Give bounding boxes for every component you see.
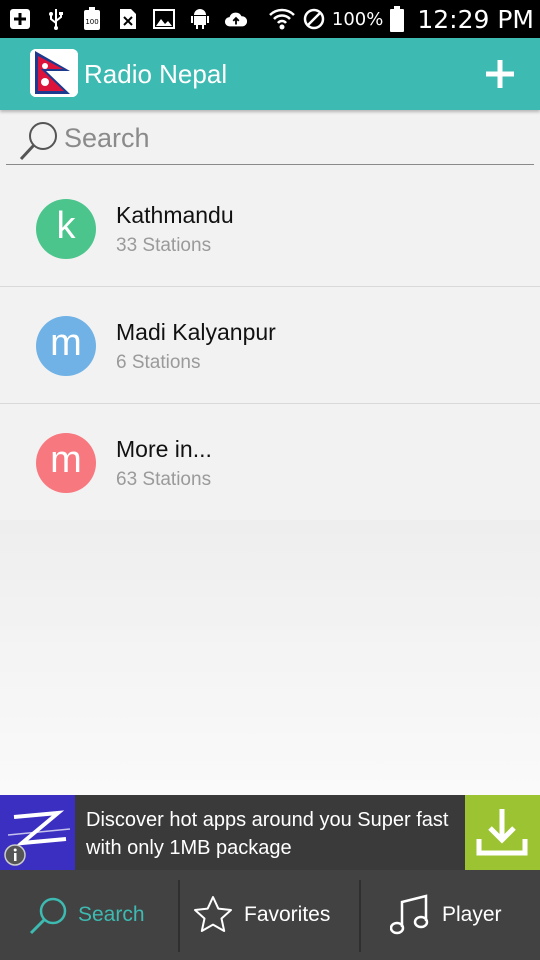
sim-icon: [116, 7, 140, 31]
system-status: 100% 12:29 PM: [268, 0, 534, 38]
divider: [178, 880, 180, 952]
search-input[interactable]: [64, 120, 514, 156]
nav-search[interactable]: Search: [26, 870, 145, 960]
add-button[interactable]: [482, 56, 518, 92]
nepal-flag-icon: [30, 49, 78, 97]
battery-icon: [390, 6, 405, 32]
image-icon: [152, 7, 176, 31]
search-icon: [19, 122, 57, 161]
music-note-icon: [390, 894, 429, 935]
list-item-subtitle: 6 Stations: [116, 352, 201, 373]
list-item-subtitle: 63 Stations: [116, 469, 212, 490]
battery-percent: 100%: [331, 8, 384, 30]
nav-search-label: Search: [78, 903, 145, 926]
wifi-icon: [269, 8, 295, 30]
app-title: Radio Nepal: [84, 59, 228, 89]
android-icon: [188, 7, 212, 31]
add-box-icon: [8, 7, 32, 31]
list-item-subtitle: 33 Stations: [116, 235, 212, 256]
svg-text:100: 100: [85, 18, 98, 26]
cloud-upload-icon: [224, 7, 248, 31]
avatar: m: [36, 316, 96, 376]
ad-text: Discover hot apps around you Super fast …: [86, 806, 456, 862]
avatar: m: [36, 433, 96, 493]
download-icon: [476, 809, 528, 856]
clock: 12:29 PM: [417, 4, 534, 34]
nav-player[interactable]: Player: [390, 870, 502, 960]
avatar: k: [36, 199, 96, 259]
region-list: k Kathmandu 33 Stations m Madi Kalyanpur…: [0, 170, 540, 521]
ad-line-1: Discover hot apps around you Super fast: [86, 809, 449, 831]
nav-player-label: Player: [442, 903, 502, 926]
list-item[interactable]: m Madi Kalyanpur 6 Stations: [0, 287, 540, 404]
do-not-disturb-icon: [303, 8, 325, 30]
ad-banner[interactable]: Discover hot apps around you Super fast …: [0, 795, 540, 870]
usb-icon: [44, 7, 68, 31]
app-bar: Radio Nepal: [0, 38, 540, 110]
info-icon[interactable]: [4, 844, 26, 866]
empty-area: [0, 520, 540, 795]
list-item[interactable]: k Kathmandu 33 Stations: [0, 170, 540, 287]
search-icon: [29, 897, 67, 935]
list-item-title: Kathmandu: [116, 202, 234, 228]
bottom-nav: Search Favorites Player: [0, 870, 540, 960]
nav-favorites-label: Favorites: [244, 903, 331, 926]
ad-line-2: with only 1MB package: [86, 837, 292, 859]
nav-favorites[interactable]: Favorites: [192, 870, 330, 960]
battery-100-icon: 100: [80, 7, 104, 31]
notification-icons: 100: [8, 5, 248, 33]
divider: [359, 880, 361, 952]
plus-icon: [486, 60, 514, 88]
star-icon: [194, 896, 232, 932]
download-button[interactable]: [465, 795, 540, 870]
status-bar: 100 100% 12:29 PM: [0, 0, 540, 38]
list-item[interactable]: m More in... 63 Stations: [0, 404, 540, 521]
search-bar: [6, 112, 534, 165]
list-item-title: Madi Kalyanpur: [116, 319, 276, 345]
list-item-title: More in...: [116, 436, 212, 462]
